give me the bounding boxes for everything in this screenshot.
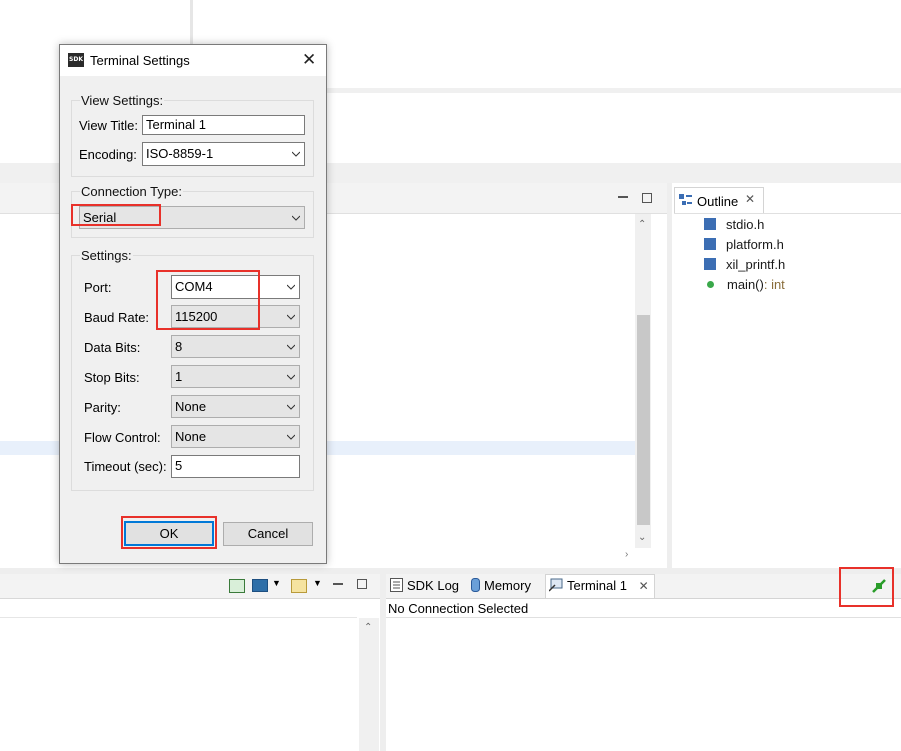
chevron-down-icon bbox=[292, 151, 300, 157]
chevron-down-icon bbox=[287, 434, 295, 440]
stop-bits-label: Stop Bits: bbox=[84, 370, 140, 385]
baud-rate-select[interactable]: 115200 bbox=[171, 305, 300, 328]
terminal-status: No Connection Selected bbox=[388, 601, 529, 616]
tab-sdk-log[interactable]: SDK Log bbox=[390, 574, 459, 598]
chevron-down-icon bbox=[287, 284, 295, 290]
connection-type-label: Connection Type: bbox=[80, 184, 183, 199]
include-icon bbox=[704, 218, 716, 230]
chevron-down-icon bbox=[292, 215, 300, 221]
chevron-down-icon bbox=[287, 404, 295, 410]
tab-terminal-content[interactable]: Terminal 1 ✕ bbox=[548, 574, 649, 600]
connect-icon[interactable] bbox=[871, 578, 887, 597]
close-icon[interactable]: ✕ bbox=[745, 192, 755, 206]
dialog-titlebar: SDK Terminal Settings ✕ bbox=[60, 45, 326, 76]
outline-item[interactable]: main(): int bbox=[704, 277, 785, 295]
cancel-button[interactable]: Cancel bbox=[223, 522, 313, 546]
minimize-icon[interactable] bbox=[618, 196, 628, 198]
dialog-title: Terminal Settings bbox=[90, 53, 190, 68]
scroll-up-icon[interactable]: ⌃ bbox=[638, 219, 646, 230]
ok-button[interactable]: OK bbox=[124, 521, 214, 546]
terminal-icon bbox=[548, 576, 563, 600]
outline-item[interactable]: xil_printf.h bbox=[704, 257, 785, 275]
new-folder-icon[interactable] bbox=[291, 579, 307, 593]
pin-icon[interactable] bbox=[229, 579, 245, 593]
chevron-down-icon bbox=[287, 374, 295, 380]
chevron-down-icon bbox=[287, 314, 295, 320]
scrollbar-thumb[interactable] bbox=[637, 315, 650, 525]
minimize-icon[interactable] bbox=[333, 583, 343, 585]
timeout-input[interactable]: 5 bbox=[171, 455, 300, 478]
connection-type-select[interactable]: Serial bbox=[79, 206, 305, 229]
terminal-settings-dialog: SDK Terminal Settings ✕ View Settings: V… bbox=[59, 44, 327, 564]
parity-select[interactable]: None bbox=[171, 395, 300, 418]
encoding-label: Encoding: bbox=[79, 147, 137, 162]
memory-icon bbox=[471, 576, 480, 600]
close-icon[interactable]: ✕ bbox=[639, 579, 649, 593]
flow-control-label: Flow Control: bbox=[84, 430, 161, 445]
encoding-select[interactable]: ISO-8859-1 bbox=[142, 142, 305, 166]
chevron-down-icon[interactable]: ▼ bbox=[272, 578, 281, 588]
chevron-down-icon bbox=[287, 344, 295, 350]
display-icon[interactable] bbox=[252, 579, 268, 592]
scroll-right-icon[interactable]: › bbox=[625, 549, 628, 560]
view-title-input[interactable]: Terminal 1 bbox=[142, 115, 305, 135]
timeout-label: Timeout (sec): bbox=[84, 459, 167, 474]
outline-item[interactable]: stdio.h bbox=[704, 217, 764, 235]
chevron-down-icon[interactable]: ▼ bbox=[313, 578, 322, 588]
function-icon bbox=[707, 281, 714, 288]
port-select[interactable]: COM4 bbox=[171, 275, 300, 299]
data-bits-select[interactable]: 8 bbox=[171, 335, 300, 358]
outline-tab[interactable]: Outline ✕ bbox=[674, 187, 764, 214]
vertical-scrollbar[interactable] bbox=[359, 618, 379, 751]
outline-tab-label: Outline bbox=[697, 194, 739, 209]
outline-item[interactable]: platform.h bbox=[704, 237, 784, 255]
stop-bits-select[interactable]: 1 bbox=[171, 365, 300, 388]
baud-rate-label: Baud Rate: bbox=[84, 310, 150, 325]
bottom-left-toolbar bbox=[0, 574, 380, 598]
view-settings-label: View Settings: bbox=[80, 93, 165, 108]
maximize-icon[interactable] bbox=[642, 193, 652, 203]
log-icon bbox=[390, 576, 403, 600]
settings-label: Settings: bbox=[80, 248, 133, 263]
include-icon bbox=[704, 238, 716, 250]
include-icon bbox=[704, 258, 716, 270]
close-icon[interactable]: ✕ bbox=[302, 50, 316, 70]
flow-control-select[interactable]: None bbox=[171, 425, 300, 448]
data-bits-label: Data Bits: bbox=[84, 340, 141, 355]
outline-icon bbox=[679, 194, 692, 207]
maximize-icon[interactable] bbox=[357, 579, 367, 589]
sdk-logo-icon: SDK bbox=[68, 53, 84, 67]
scroll-up-icon[interactable]: ⌃ bbox=[364, 622, 372, 633]
view-title-label: View Title: bbox=[79, 118, 139, 133]
scroll-down-icon[interactable]: ⌄ bbox=[638, 532, 646, 543]
tab-memory[interactable]: Memory bbox=[471, 574, 531, 598]
port-label: Port: bbox=[84, 280, 112, 295]
parity-label: Parity: bbox=[84, 400, 121, 415]
